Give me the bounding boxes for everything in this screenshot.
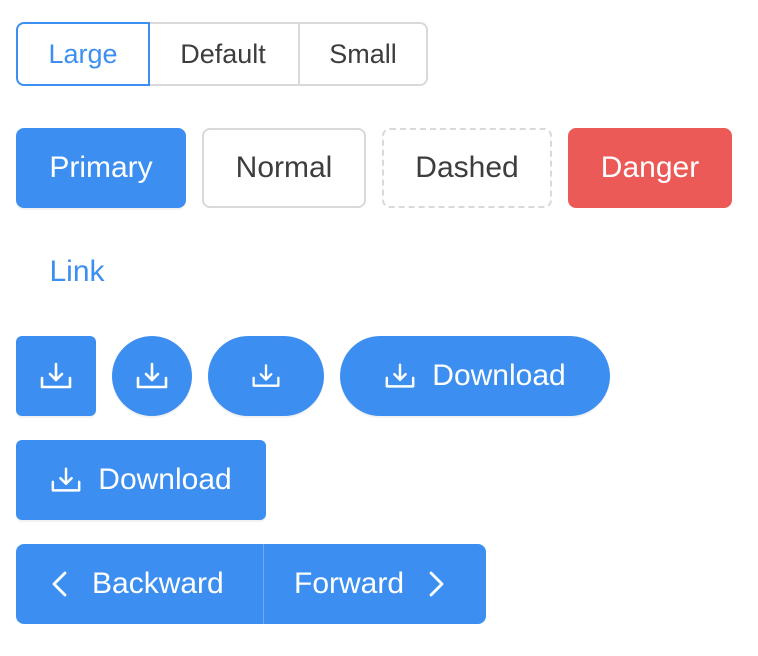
dashed-button-label: Dashed	[415, 151, 519, 184]
download-button-round[interactable]: Download	[340, 336, 610, 416]
download-button[interactable]: Download	[16, 440, 266, 520]
download-icon-button-circle[interactable]	[112, 336, 192, 416]
normal-button-label: Normal	[235, 151, 333, 184]
size-default-button[interactable]: Default	[148, 22, 300, 86]
download-icon	[384, 361, 416, 391]
backward-button[interactable]: Backward	[16, 544, 264, 624]
link-button[interactable]: Link	[16, 232, 138, 312]
download-icon	[135, 361, 169, 391]
download-icon	[251, 362, 281, 390]
download-icon-button-round[interactable]	[208, 336, 324, 416]
danger-button-label: Danger	[600, 151, 700, 184]
size-default-label: Default	[180, 38, 266, 69]
chevron-right-icon	[428, 570, 446, 598]
chevron-left-icon	[50, 570, 68, 598]
download-button-round-label: Download	[432, 359, 566, 392]
size-large-label: Large	[48, 38, 118, 69]
primary-button-label: Primary	[49, 151, 153, 184]
forward-button[interactable]: Forward	[264, 544, 486, 624]
download-icon	[39, 361, 73, 391]
size-small-label: Small	[329, 38, 397, 69]
download-button-label: Download	[98, 463, 232, 496]
dashed-button[interactable]: Dashed	[382, 128, 552, 208]
size-large-button[interactable]: Large	[16, 22, 150, 86]
size-small-button[interactable]: Small	[298, 22, 428, 86]
forward-button-label: Forward	[294, 567, 405, 600]
primary-button[interactable]: Primary	[16, 128, 186, 208]
download-icon	[50, 465, 82, 495]
danger-button[interactable]: Danger	[568, 128, 732, 208]
normal-button[interactable]: Normal	[202, 128, 366, 208]
backward-button-label: Backward	[92, 567, 224, 600]
download-icon-button-square[interactable]	[16, 336, 96, 416]
link-button-label: Link	[49, 255, 105, 288]
